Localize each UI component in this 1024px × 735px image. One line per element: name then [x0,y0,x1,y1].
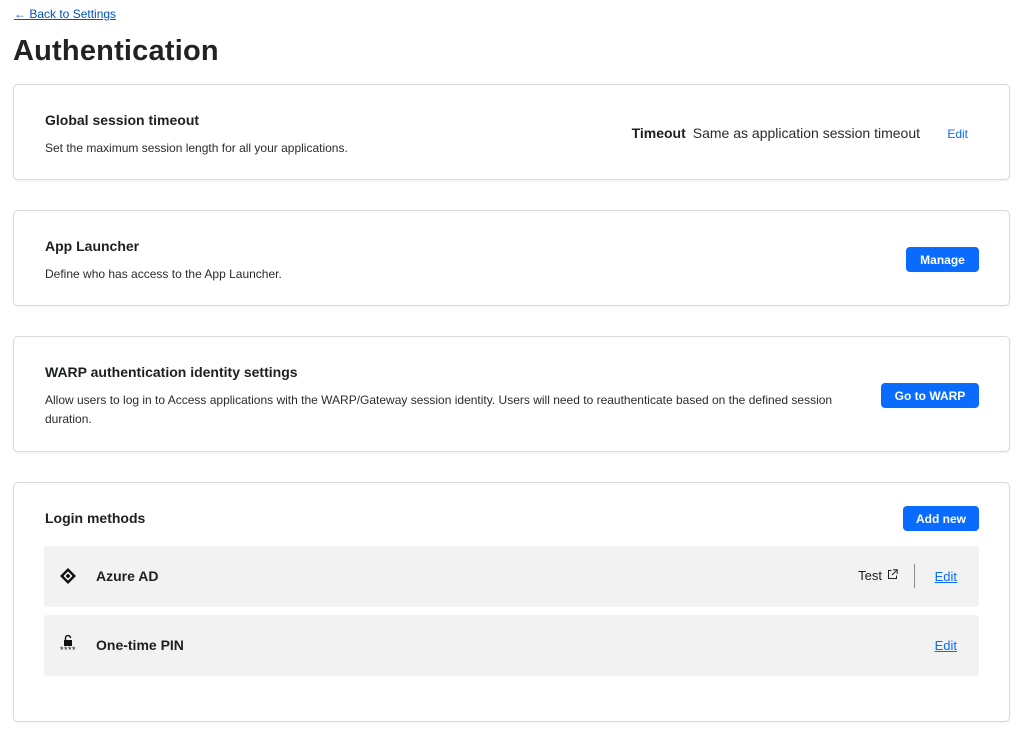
edit-timeout-button[interactable]: Edit [947,127,968,141]
test-label: Test [858,568,882,583]
pin-mask: **** [59,645,76,655]
page-title: Authentication [13,35,219,67]
azure-ad-icon [58,566,78,586]
warp-card: WARP authentication identity settings Al… [13,336,1010,452]
back-to-settings-link[interactable]: ← Back to Settings [14,7,116,21]
manage-button[interactable]: Manage [906,247,979,272]
otp-lock-icon: **** [58,632,78,658]
session-timeout-card: Global session timeout Set the maximum s… [13,84,1010,180]
login-methods-title: Login methods [45,510,146,526]
divider [914,564,915,588]
app-launcher-description: Define who has access to the App Launche… [45,267,282,281]
session-timeout-title: Global session timeout [45,112,200,128]
login-method-row-one-time-pin: **** One-time PIN Edit [44,615,979,676]
app-launcher-title: App Launcher [45,238,140,254]
login-methods-card: Login methods Add new Azure AD Test Edit [13,482,1010,722]
timeout-setting: Timeout Same as application session time… [632,125,920,141]
timeout-value: Same as application session timeout [692,125,920,141]
warp-title: WARP authentication identity settings [45,364,298,380]
edit-one-time-pin-button[interactable]: Edit [935,638,957,653]
login-method-row-azure-ad: Azure AD Test Edit [44,546,979,607]
session-timeout-description: Set the maximum session length for all y… [45,141,348,155]
app-launcher-card: App Launcher Define who has access to th… [13,210,1010,306]
add-new-button[interactable]: Add new [903,506,979,531]
timeout-label: Timeout [631,125,686,141]
go-to-warp-button[interactable]: Go to WARP [881,383,979,408]
test-azure-ad-link[interactable]: Test [858,568,898,583]
edit-azure-ad-button[interactable]: Edit [935,569,957,584]
external-link-icon [887,568,898,583]
login-method-name: One-time PIN [96,637,184,653]
login-method-name: Azure AD [96,568,159,584]
warp-description: Allow users to log in to Access applicat… [45,393,833,426]
